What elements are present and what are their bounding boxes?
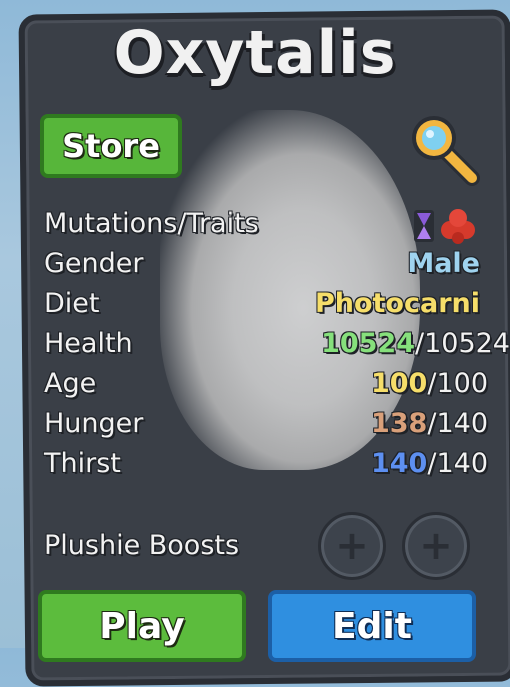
hunger-current: 138 [370,408,428,439]
gender-value: Male [407,248,480,279]
health-max: /10524 [415,328,510,359]
edit-button[interactable]: Edit [268,590,476,662]
play-button[interactable]: Play [38,590,246,662]
health-value: 10524/10524 [321,328,510,359]
diet-label: Diet [44,288,100,319]
thirst-label: Thirst [44,448,121,479]
red-cluster-icon [441,209,475,244]
age-label: Age [44,368,97,399]
store-button[interactable]: Store [40,114,182,178]
age-max: /100 [427,368,488,399]
hourglass-icon [414,210,434,242]
hunger-max: /140 [427,408,488,439]
age-value: 100/100 [371,368,488,399]
age-current: 100 [370,368,428,399]
gender-label: Gender [44,248,144,279]
hunger-label: Hunger [44,408,144,439]
thirst-value: 140/140 [371,448,488,479]
creature-name: Oxytalis [113,18,397,88]
health-current: 10524 [321,328,415,359]
thirst-max: /140 [427,448,488,479]
magnifier-icon[interactable] [402,108,482,188]
diet-value: Photocarni [314,288,480,319]
plus-icon: + [419,523,453,569]
plushie-slot-2-button[interactable]: + [402,512,470,580]
thirst-current: 140 [370,448,428,479]
hunger-value: 138/140 [371,408,488,439]
plushie-boosts-label: Plushie Boosts [44,530,240,561]
trait-icons[interactable] [410,206,482,246]
health-label: Health [44,328,133,359]
plushie-slot-1-button[interactable]: + [318,512,386,580]
plus-icon: + [335,523,369,569]
mutations-label: Mutations/Traits [44,208,259,239]
